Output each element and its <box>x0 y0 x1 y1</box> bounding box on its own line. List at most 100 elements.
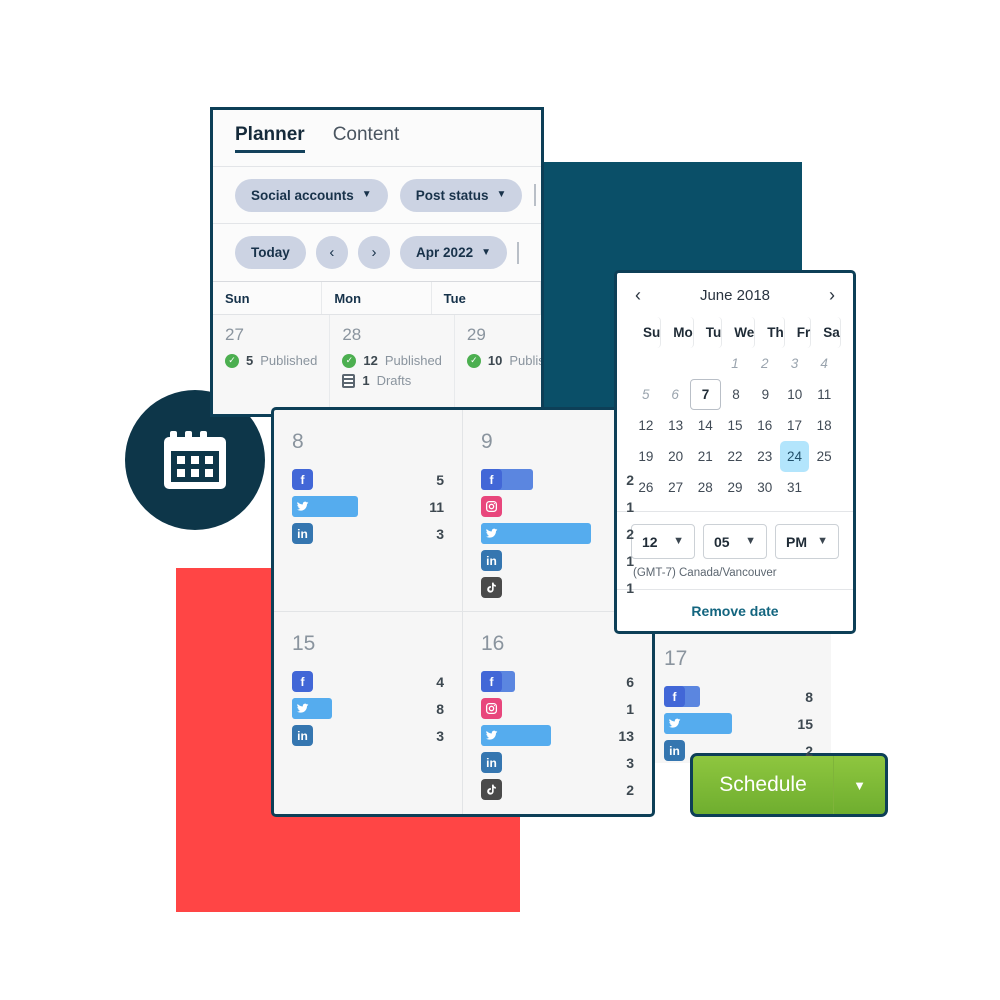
platform-count: 4 <box>436 673 444 690</box>
analytics-day-cell[interactable]: 8 f 5 11 in 3 <box>274 410 463 612</box>
chevron-down-icon: ▼ <box>817 535 828 547</box>
tab-planner[interactable]: Planner <box>235 124 305 153</box>
schedule-dropdown-toggle[interactable]: ▼ <box>833 756 885 814</box>
date-cell[interactable]: 6 <box>660 379 689 410</box>
analytics-day-cell[interactable]: 15 f 4 8 in 3 <box>274 612 463 814</box>
platform-row: 2 <box>481 776 634 803</box>
platform-count: 8 <box>436 700 444 717</box>
platform-count: 2 <box>805 742 813 759</box>
date-cell[interactable]: 11 <box>810 379 839 410</box>
planner-day-cell[interactable]: 29 ✓ 10 Published <box>454 315 541 414</box>
date-cell[interactable]: 31 <box>780 472 810 503</box>
platform-count: 2 <box>626 781 634 798</box>
tab-content[interactable]: Content <box>333 124 400 152</box>
minute-select[interactable]: 05 ▼ <box>703 524 767 559</box>
date-cell[interactable]: 5 <box>631 379 660 410</box>
date-picker-week-row: 19 20 21 22 23 24 25 <box>631 441 839 472</box>
date-cell-today[interactable]: 7 <box>689 379 722 410</box>
month-selector-label: Apr 2022 <box>416 245 474 260</box>
analytics-overflow-cell[interactable]: 17 f 8 15 in 2 <box>645 628 831 763</box>
instagram-icon <box>481 496 502 517</box>
weekday-we: We <box>722 317 756 348</box>
filter-post-status-label: Post status <box>415 187 489 203</box>
date-cell[interactable]: 1 <box>720 348 750 379</box>
filter-post-status[interactable]: Post status ▼ <box>399 178 523 212</box>
date-cell[interactable]: 23 <box>750 441 780 472</box>
date-cell[interactable]: 16 <box>750 410 780 441</box>
today-button[interactable]: Today <box>235 236 306 269</box>
planner-day-cell[interactable]: 28 ✓ 12 Published 1 Drafts <box>330 315 455 414</box>
chevron-down-icon: ▼ <box>496 189 507 200</box>
weekday-tue: Tue <box>432 282 541 314</box>
linkedin-icon: in <box>292 523 313 544</box>
day-number: 29 <box>466 325 486 344</box>
weekday-su: Su <box>631 317 662 348</box>
filter-social-accounts[interactable]: Social accounts ▼ <box>235 178 388 212</box>
time-selector-row: 12 ▼ 05 ▼ PM ▼ <box>617 511 853 567</box>
facebook-icon: f <box>292 469 313 490</box>
day-number: 17 <box>664 647 688 670</box>
platform-count: 13 <box>618 727 634 744</box>
platform-count: 2 <box>626 525 634 542</box>
twitter-icon <box>481 523 502 544</box>
weekday-sa: Sa <box>811 317 841 348</box>
date-cell[interactable]: 2 <box>750 348 780 379</box>
meridiem-select[interactable]: PM ▼ <box>775 524 839 559</box>
next-month-button[interactable]: › <box>357 236 391 269</box>
date-cell[interactable]: 25 <box>809 441 839 472</box>
date-cell[interactable]: 22 <box>720 441 750 472</box>
date-cell[interactable]: 20 <box>661 441 691 472</box>
timezone-label: (GMT-7) Canada/Vancouver <box>633 567 777 579</box>
screenshot-root: Planner Content Social accounts ▼ Post s… <box>0 0 1000 1000</box>
analytics-day-cell[interactable]: 16 f 6 1 13 in 3 2 <box>463 612 652 814</box>
platform-count: 3 <box>626 754 634 771</box>
meridiem-value: PM <box>786 533 807 550</box>
date-cell[interactable]: 3 <box>780 348 810 379</box>
stat-label: Drafts <box>376 373 412 388</box>
date-cell[interactable]: 19 <box>631 441 661 472</box>
caret-down-icon: ▼ <box>853 777 866 793</box>
date-cell[interactable]: 8 <box>721 379 750 410</box>
hour-select[interactable]: 12 ▼ <box>631 524 695 559</box>
date-cell[interactable]: 15 <box>720 410 750 441</box>
draft-icon <box>342 373 356 388</box>
date-cell[interactable]: 21 <box>690 441 720 472</box>
divider <box>517 241 519 264</box>
remove-date-button[interactable]: Remove date <box>691 603 778 619</box>
twitter-icon <box>292 496 313 517</box>
date-cell[interactable]: 12 <box>631 410 661 441</box>
platform-count: 1 <box>626 498 634 515</box>
date-cell[interactable]: 27 <box>661 472 691 503</box>
planner-day-cell[interactable]: 27 ✓ 5 Published <box>213 315 331 414</box>
chevron-right-icon[interactable]: › <box>829 286 835 304</box>
date-cell-selected[interactable]: 24 <box>779 441 810 472</box>
date-cell[interactable]: 18 <box>809 410 839 441</box>
twitter-icon <box>292 698 313 719</box>
platform-row: 15 <box>664 710 813 737</box>
date-cell[interactable]: 26 <box>631 472 661 503</box>
date-cell[interactable]: 14 <box>690 410 720 441</box>
date-cell[interactable]: 13 <box>661 410 691 441</box>
date-cell[interactable]: 10 <box>780 379 809 410</box>
weekday-mon: Mon <box>322 282 432 314</box>
month-selector[interactable]: Apr 2022 ▼ <box>400 236 507 269</box>
date-cell[interactable]: 4 <box>809 348 839 379</box>
date-cell[interactable]: 29 <box>720 472 750 503</box>
today-button-label: Today <box>251 245 290 260</box>
day-number: 8 <box>292 430 304 453</box>
platform-row: 2 <box>481 520 634 547</box>
platform-count: 15 <box>797 715 813 732</box>
minute-value: 05 <box>714 533 730 550</box>
schedule-button[interactable]: Schedule <box>693 756 833 814</box>
date-picker-footer: Remove date <box>617 589 853 631</box>
date-cell[interactable]: 17 <box>780 410 810 441</box>
date-cell[interactable]: 28 <box>690 472 720 503</box>
prev-month-button[interactable]: ‹ <box>315 236 348 269</box>
day-number: 15 <box>292 632 316 655</box>
date-cell[interactable]: 9 <box>751 379 780 410</box>
instagram-icon <box>481 698 502 719</box>
chevron-left-icon[interactable]: ‹ <box>635 286 641 304</box>
platform-count: 6 <box>626 673 634 690</box>
date-cell[interactable]: 30 <box>750 472 780 503</box>
planner-filter-bar: Social accounts ▼ Post status ▼ <box>213 167 541 224</box>
